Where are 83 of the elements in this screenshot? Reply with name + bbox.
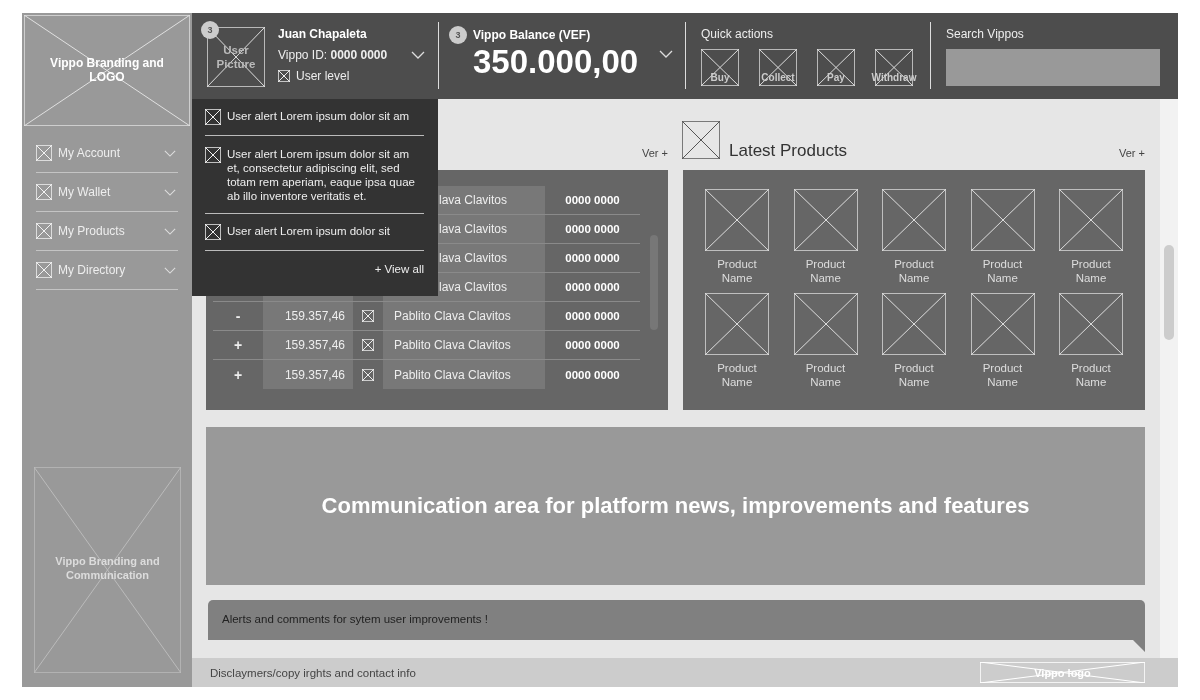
- notification-badge: 3: [201, 21, 219, 39]
- see-more-link[interactable]: Ver +: [642, 147, 668, 159]
- product-name[interactable]: Product Name: [972, 361, 1033, 389]
- table-cell: 159.357,46: [263, 302, 353, 330]
- see-more-link[interactable]: Ver +: [1119, 147, 1145, 159]
- table-cell: 159.357,46: [263, 360, 353, 389]
- table-cell-text: -: [234, 307, 242, 326]
- search-field[interactable]: [946, 49, 1160, 86]
- balance-amount: 350.000,00: [473, 43, 640, 81]
- table-cell: Pablito Clava Clavitos: [383, 360, 545, 389]
- product-name[interactable]: Product Name: [795, 257, 856, 285]
- product-placeholder-icon: [1059, 293, 1123, 355]
- section-title: Latest Products: [729, 140, 848, 161]
- table-cell: Pablito Clava Clavitos: [383, 331, 545, 359]
- table-cell: Pablito Clava Clavitos: [383, 302, 545, 330]
- placeholder-icon: [205, 224, 221, 240]
- user-id: Vippo ID: 0000 0000: [278, 48, 389, 62]
- alert-message-bar: Alerts and comments for sytem user improvements !: [208, 600, 1145, 652]
- product-name[interactable]: Product Name: [1061, 257, 1121, 285]
- banner-text: Vippo Branding and Communication: [54, 554, 161, 582]
- alert-item[interactable]: User alert Lorem ipsum dolor sit am: [205, 99, 424, 136]
- logo-placeholder-icon: [980, 662, 1145, 683]
- product-placeholder-icon: [882, 189, 946, 251]
- notification-badge: 3: [449, 26, 467, 44]
- placeholder-icon: [36, 223, 52, 239]
- table-cell-text: 0000 0000: [564, 251, 621, 266]
- footer-text: Disclaymers/copy irghts and contact info: [210, 666, 417, 679]
- table-cell-text: 0000 0000: [564, 222, 621, 237]
- product-name[interactable]: Product Name: [707, 257, 767, 285]
- table-cell-text: +: [232, 365, 244, 385]
- table-cell-text: 0000 0000: [564, 193, 621, 208]
- placeholder-icon: [362, 310, 374, 322]
- table-cell-text: 0000 0000: [564, 280, 621, 295]
- placeholder-icon: [205, 109, 221, 125]
- table-cell-text: 0000 0000: [564, 338, 621, 353]
- placeholder-icon: [701, 49, 739, 86]
- alert-item[interactable]: User alert Lorem ipsum dolor sit: [205, 214, 424, 251]
- chevron-down-icon[interactable]: [659, 50, 673, 58]
- product-placeholder-icon: [705, 189, 769, 251]
- product-placeholder-icon: [705, 293, 769, 355]
- quick-action-button[interactable]: Buy: [701, 49, 739, 86]
- balance-label: Vippo Balance (VEF): [473, 28, 592, 42]
- alert-item[interactable]: User alert Lorem ipsum dolor sit am et, consectetur adipiscing elit, sed totam rem aperiam, eaque ipsa quae ab illo inventore veritatis et.: [205, 136, 424, 214]
- logo-placeholder-icon: [24, 15, 190, 126]
- product-placeholder-icon: [970, 189, 1035, 251]
- table-cell-text: 0000 0000: [564, 309, 621, 324]
- placeholder-icon: [362, 368, 374, 381]
- quick-actions-title: Quick actions: [701, 27, 775, 41]
- product-placeholder-icon: [793, 189, 858, 251]
- product-placeholder-icon: [882, 293, 946, 355]
- placeholder-icon: [36, 184, 52, 200]
- sidebar-menu-item[interactable]: My Products: [36, 212, 178, 251]
- placeholder-icon: [682, 121, 720, 159]
- product-name[interactable]: Product Name: [707, 361, 767, 389]
- user-name: Juan Chapaleta: [278, 27, 368, 41]
- table-cell-text: +: [232, 336, 244, 355]
- placeholder-icon: [362, 339, 374, 351]
- sidebar-menu-item[interactable]: My Directory: [36, 251, 178, 290]
- chevron-down-icon[interactable]: [411, 51, 425, 59]
- table-cell-text: 0000 0000: [564, 367, 621, 383]
- brand-logo-text: Vippo Branding and LOGO: [49, 56, 165, 84]
- banner-placeholder-icon: [34, 467, 181, 673]
- quick-action-button[interactable]: Pay: [817, 49, 855, 86]
- scrollbar[interactable]: [1160, 99, 1178, 658]
- product-placeholder-icon: [970, 293, 1035, 355]
- table-cell: 159.357,46: [263, 331, 353, 359]
- placeholder-icon: [817, 49, 855, 86]
- user-level: User level: [296, 69, 350, 83]
- search-label: Search Vippos: [946, 27, 1025, 41]
- placeholder-icon: [205, 147, 221, 163]
- product-name[interactable]: Product Name: [884, 257, 944, 285]
- product-name[interactable]: Product Name: [972, 257, 1033, 285]
- product-name[interactable]: Product Name: [884, 361, 944, 389]
- product-name[interactable]: Product Name: [1061, 361, 1121, 389]
- product-name[interactable]: Product Name: [795, 361, 856, 389]
- placeholder-icon: [36, 145, 52, 161]
- product-placeholder-icon: [1059, 189, 1123, 251]
- sidebar-menu-item[interactable]: My Wallet: [36, 173, 178, 212]
- placeholder-icon: [278, 70, 290, 82]
- news-banner-text: Communication area for platform news, improvements and features: [321, 493, 1030, 519]
- product-placeholder-icon: [793, 293, 858, 355]
- placeholder-icon: [36, 262, 52, 278]
- sidebar-menu-item[interactable]: My Account: [36, 134, 178, 173]
